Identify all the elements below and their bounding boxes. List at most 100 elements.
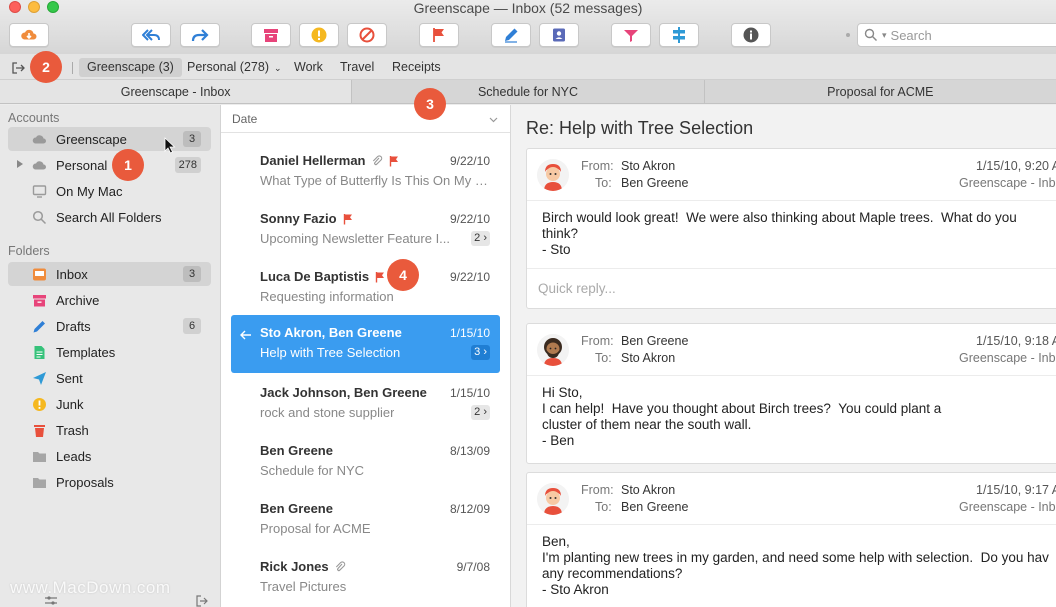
filter-receipts[interactable]: Receipts [384,58,449,77]
sidebar-item-junk[interactable]: Junk [8,392,211,416]
message-row[interactable]: Rick Jones Travel Pictures 9/7/08 [231,549,500,607]
filter-work[interactable]: Work [286,58,331,77]
sidebar-item-personal[interactable]: Personal 278 [8,153,211,177]
message-row[interactable]: Ben Greene Proposal for ACME 8/12/09 [231,491,500,549]
message-subject: What Type of Butterfly Is This On My F..… [260,173,488,188]
tab-schedule-for-nyc[interactable]: Schedule for NYC [352,80,705,103]
message-row-selected[interactable]: Sto Akron, Ben Greene Help with Tree Sel… [231,315,500,373]
filter-separator [72,62,73,74]
to-value[interactable]: Ben Greene [621,176,688,190]
filter-greenscape[interactable]: Greenscape (3) [79,58,182,77]
message-sender: Sto Akron, Ben Greene [260,325,402,340]
callout-marker-1: 1 [112,149,144,181]
inbox-icon [32,267,47,282]
thread-count-badge[interactable]: 3 › [471,345,490,360]
sort-bar[interactable]: Date [221,105,510,133]
computer-icon [32,184,47,199]
search-icon [32,210,47,225]
quick-reply-input[interactable]: Quick reply... [527,268,1056,308]
message-date: 9/22/10 [449,270,490,284]
reply-all-button[interactable] [131,23,171,47]
to-value[interactable]: Sto Akron [621,351,675,365]
sidebar-item-inbox[interactable]: Inbox 3 [8,262,211,286]
message-account: Greenscape - Inb [959,500,1056,514]
message-row[interactable]: Jack Johnson, Ben Greene rock and stone … [231,375,500,433]
conversation-subject: Re: Help with Tree Selection [526,118,754,138]
sidebar-item-label: Drafts [56,318,91,334]
compose-icon [505,28,518,43]
filter-bar: Greenscape (3) Personal (278) ⌄ Work Trav… [0,54,1056,80]
tab-greenscape-inbox[interactable]: Greenscape - Inbox [0,80,353,103]
sidebar-item-label: Greenscape [56,131,127,147]
message-row[interactable]: Daniel Hellerman What Type of Butterfly … [231,143,500,201]
sidebar-item-trash[interactable]: Trash [8,418,211,442]
search-divider [846,33,850,37]
contacts-button[interactable] [539,23,579,47]
filter-personal[interactable]: Personal (278) ⌄ [179,58,290,77]
sidebar-item-greenscape[interactable]: Greenscape 3 [8,127,211,151]
sidebar-item-sent[interactable]: Sent [8,366,211,390]
message-date: 1/15/10 [449,326,490,340]
from-value[interactable]: Sto Akron [621,483,675,497]
sidebar-item-templates[interactable]: Templates [8,340,211,364]
message-body: Ben, I'm planting new trees in my garden… [542,534,1049,597]
from-value[interactable]: Sto Akron [621,159,675,173]
thread-count: 2 [474,406,481,418]
flag-button[interactable] [419,23,459,47]
search-scope-chevron-icon: ▾ [882,29,887,40]
block-sender-button[interactable] [347,23,387,47]
forward-icon [191,29,209,42]
sidebar-item-leads[interactable]: Leads [8,444,211,468]
message-subject: Schedule for NYC [260,463,365,478]
from-value[interactable]: Ben Greene [621,334,688,348]
thread-count-badge[interactable]: 2 › [471,231,490,246]
chevron-right-icon: › [483,346,487,358]
tab-proposal-for-acme[interactable]: Proposal for ACME [705,80,1056,103]
tag-button[interactable] [611,23,651,47]
archive-button[interactable] [251,23,291,47]
sidebar-item-on-my-mac[interactable]: On My Mac [8,179,211,203]
reply-all-icon [142,29,160,41]
message-card[interactable]: From: Ben Greene To: Sto Akron 1/15/10, … [526,323,1056,464]
reading-pane: Re: Help with Tree Selection From: Sto A… [511,105,1056,607]
compose-button[interactable] [491,23,531,47]
message-date: 9/22/10 [449,154,490,168]
to-value[interactable]: Ben Greene [621,500,688,514]
message-sender: Jack Johnson, Ben Greene [260,385,427,400]
message-row[interactable]: Sonny Fazio Upcoming Newsletter Feature … [231,201,500,259]
junk-button[interactable] [299,23,339,47]
message-date: 1/15/10, 9:18 A [976,334,1056,348]
sidebar-item-drafts[interactable]: Drafts 6 [8,314,211,338]
flag-icon [433,28,444,42]
rules-button[interactable] [659,23,699,47]
callout-marker-2: 2 [30,51,62,83]
search-field[interactable]: ▾ Search [857,23,1056,47]
draft-count-badge: 6 [183,318,201,334]
sign-out-icon[interactable] [11,61,25,75]
flag-icon [389,156,398,167]
forward-button[interactable] [180,23,220,47]
message-subject: Requesting information [260,289,394,304]
disclosure-triangle-icon[interactable] [17,160,23,168]
message-subject: Travel Pictures [260,579,347,594]
sign-out-icon[interactable] [195,595,209,607]
sidebar-item-search-all-folders[interactable]: Search All Folders [8,205,211,229]
to-label: To: [595,351,612,365]
message-card[interactable]: From: Sto Akron To: Ben Greene 1/15/10, … [526,472,1056,607]
message-account: Greenscape - Inb [959,351,1056,365]
trash-icon [32,423,47,438]
get-mail-button[interactable] [9,23,49,47]
message-row[interactable]: Luca De Baptistis Requesting information… [231,259,500,317]
message-card[interactable]: From: Sto Akron To: Ben Greene 1/15/10, … [526,148,1056,309]
tag-icon [624,30,638,42]
sidebar-item-proposals[interactable]: Proposals [8,470,211,494]
filter-travel[interactable]: Travel [332,58,382,77]
sidebar: Accounts Greenscape 3 Personal 278 On My… [0,105,221,607]
from-label: From: [581,334,614,348]
info-button[interactable] [731,23,771,47]
message-header: From: Sto Akron To: Ben Greene 1/15/10, … [527,149,1056,201]
thread-count-badge[interactable]: 2 › [471,405,490,420]
message-row[interactable]: Ben Greene Schedule for NYC 8/13/09 [231,433,500,491]
sidebar-item-archive[interactable]: Archive [8,288,211,312]
message-sender-name: Luca De Baptistis [260,269,370,284]
